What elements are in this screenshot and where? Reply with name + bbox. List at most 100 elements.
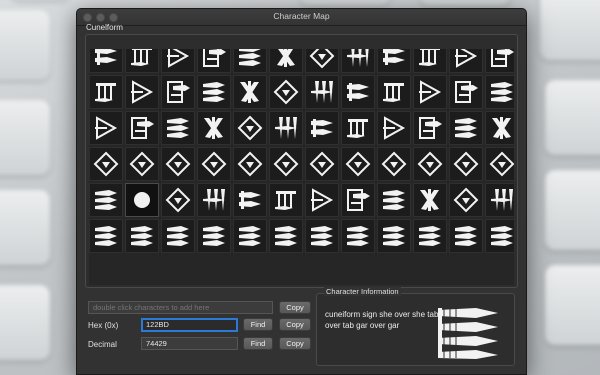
copy-hex-button[interactable]: Copy xyxy=(279,318,311,331)
cuneiform-glyph-icon xyxy=(275,191,296,210)
character-cell[interactable] xyxy=(89,219,123,253)
character-cell[interactable] xyxy=(89,147,123,181)
character-cell[interactable] xyxy=(197,147,231,181)
character-cell[interactable] xyxy=(125,219,159,253)
character-cell[interactable] xyxy=(197,49,231,73)
cuneiform-glyph-icon xyxy=(239,49,261,66)
title-bar[interactable]: Character Map xyxy=(77,9,526,26)
character-cell[interactable] xyxy=(89,75,123,109)
character-cell[interactable] xyxy=(161,183,195,217)
character-cell[interactable] xyxy=(269,147,303,181)
character-cell[interactable] xyxy=(125,111,159,145)
character-cell[interactable] xyxy=(449,183,483,217)
character-cell[interactable] xyxy=(233,219,267,253)
character-cell[interactable] xyxy=(485,183,514,217)
character-cell[interactable] xyxy=(341,49,375,73)
character-cell[interactable] xyxy=(377,49,411,73)
character-cell[interactable] xyxy=(305,147,339,181)
character-cell[interactable] xyxy=(161,75,195,109)
character-cell[interactable] xyxy=(377,183,411,217)
character-cell[interactable] xyxy=(161,49,195,73)
character-cell[interactable] xyxy=(305,49,339,73)
character-cell[interactable] xyxy=(449,75,483,109)
character-cell[interactable] xyxy=(449,111,483,145)
copy-decimal-button[interactable]: Copy xyxy=(279,337,311,350)
find-decimal-button[interactable]: Find xyxy=(243,337,273,350)
character-cell[interactable] xyxy=(485,111,514,145)
character-cell[interactable] xyxy=(377,75,411,109)
character-cell[interactable] xyxy=(197,219,231,253)
character-cell[interactable] xyxy=(413,111,447,145)
copy-characters-button[interactable]: Copy xyxy=(279,301,311,314)
cuneiform-glyph-icon xyxy=(383,83,404,102)
character-cell[interactable] xyxy=(341,75,375,109)
cuneiform-glyph-icon xyxy=(167,81,190,103)
character-cell[interactable] xyxy=(341,183,375,217)
character-cell[interactable] xyxy=(269,219,303,253)
character-cell[interactable] xyxy=(161,219,195,253)
character-cell[interactable] xyxy=(197,75,231,109)
character-cell[interactable] xyxy=(305,219,339,253)
character-cell[interactable] xyxy=(449,147,483,181)
character-grid xyxy=(89,49,514,253)
hex-field[interactable]: 122BD xyxy=(141,318,238,332)
character-cell[interactable] xyxy=(89,183,123,217)
character-cell[interactable] xyxy=(341,219,375,253)
character-cell[interactable] xyxy=(125,75,159,109)
character-cell[interactable] xyxy=(341,111,375,145)
character-cell[interactable] xyxy=(449,219,483,253)
character-cell[interactable] xyxy=(305,183,339,217)
character-cell[interactable] xyxy=(269,183,303,217)
character-cell[interactable] xyxy=(161,147,195,181)
character-cell[interactable] xyxy=(269,75,303,109)
character-cell[interactable] xyxy=(413,75,447,109)
character-cell[interactable] xyxy=(125,183,159,217)
character-cell[interactable] xyxy=(377,111,411,145)
character-cell[interactable] xyxy=(377,219,411,253)
character-description: cuneiform sign she over she tab over tab… xyxy=(325,310,439,330)
character-cell[interactable] xyxy=(89,49,123,73)
character-cell[interactable] xyxy=(125,147,159,181)
character-cell[interactable] xyxy=(485,147,514,181)
character-cell[interactable] xyxy=(233,183,267,217)
character-cell[interactable] xyxy=(377,147,411,181)
cuneiform-glyph-icon xyxy=(275,226,297,246)
character-cell[interactable] xyxy=(269,111,303,145)
cuneiform-glyph-icon xyxy=(273,151,299,177)
cuneiform-glyph-icon xyxy=(491,49,514,67)
character-cell[interactable] xyxy=(125,49,159,73)
character-cell[interactable] xyxy=(305,111,339,145)
character-cell[interactable] xyxy=(485,49,514,73)
character-cell[interactable] xyxy=(413,49,447,73)
character-cell[interactable] xyxy=(161,111,195,145)
character-cell[interactable] xyxy=(233,75,267,109)
add-characters-field[interactable] xyxy=(88,301,273,314)
character-cell[interactable] xyxy=(449,49,483,73)
cuneiform-glyph-icon xyxy=(383,190,405,210)
cuneiform-glyph-icon xyxy=(129,151,155,177)
cuneiform-glyph-icon xyxy=(489,151,514,177)
cuneiform-glyph-icon xyxy=(131,117,154,139)
character-cell[interactable] xyxy=(305,75,339,109)
character-cell[interactable] xyxy=(89,111,123,145)
character-cell[interactable] xyxy=(233,111,267,145)
cuneiform-glyph-icon xyxy=(131,80,154,104)
cuneiform-glyph-icon xyxy=(95,83,116,102)
character-cell[interactable] xyxy=(341,147,375,181)
find-hex-button[interactable]: Find xyxy=(243,318,273,331)
character-cell[interactable] xyxy=(485,75,514,109)
character-cell[interactable] xyxy=(233,49,267,73)
cuneiform-glyph-icon xyxy=(277,49,295,67)
character-cell[interactable] xyxy=(197,111,231,145)
hex-label: Hex (0x) xyxy=(88,321,119,330)
character-cell[interactable] xyxy=(413,183,447,217)
character-cell[interactable] xyxy=(197,183,231,217)
decimal-field[interactable]: 74429 xyxy=(141,337,238,350)
character-grid-viewport[interactable] xyxy=(89,49,514,285)
character-cell[interactable] xyxy=(233,147,267,181)
character-cell[interactable] xyxy=(413,219,447,253)
character-cell[interactable] xyxy=(269,49,303,73)
character-cell[interactable] xyxy=(413,147,447,181)
character-cell[interactable] xyxy=(485,219,514,253)
cuneiform-glyph-icon xyxy=(239,226,261,246)
